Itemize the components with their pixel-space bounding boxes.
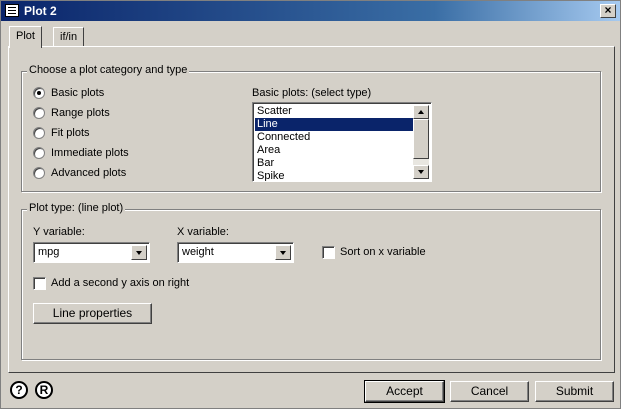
chevron-down-icon[interactable] (275, 245, 291, 260)
radio-fit-plots-label[interactable]: Fit plots (51, 127, 90, 139)
plot-category-legend: Choose a plot category and type (27, 64, 190, 76)
second-y-axis-checkbox[interactable] (33, 277, 46, 290)
list-item-area[interactable]: Area (255, 144, 413, 157)
plot-type-scrollbar[interactable] (413, 105, 429, 179)
radio-fit-plots-indicator[interactable] (33, 127, 45, 139)
x-variable-value: weight (182, 246, 214, 258)
radio-immediate-plots-indicator[interactable] (33, 147, 45, 159)
sort-x-checkbox[interactable] (322, 246, 335, 259)
plot-type-list: Scatter Line Connected Area Bar Spike (255, 105, 413, 181)
cancel-button[interactable]: Cancel (450, 381, 529, 402)
dialog-window: Plot 2 × Plot if/in Choose a plot catego… (0, 0, 621, 409)
window-title: Plot 2 (24, 4, 57, 18)
plot-type-listbox[interactable]: Scatter Line Connected Area Bar Spike (252, 102, 432, 182)
title-bar[interactable]: Plot 2 × (1, 1, 620, 21)
tab-if-in[interactable]: if/in (53, 27, 85, 47)
plot-category-group: Choose a plot category and type Basic pl… (21, 64, 601, 192)
radio-advanced-plots-label[interactable]: Advanced plots (51, 167, 126, 179)
radio-basic-plots-indicator[interactable] (33, 87, 45, 99)
plot-tab-pane: Choose a plot category and type Basic pl… (8, 46, 615, 373)
plot-type-group: Plot type: (line plot) Y variable: mpg X… (21, 202, 601, 360)
radio-immediate-plots-label[interactable]: Immediate plots (51, 147, 129, 159)
list-item-connected[interactable]: Connected (255, 131, 413, 144)
list-item-scatter[interactable]: Scatter (255, 105, 413, 118)
y-variable-combo[interactable]: mpg (33, 242, 150, 263)
tab-plot-label: Plot (16, 30, 35, 42)
x-variable-label: X variable: (177, 226, 229, 238)
tab-plot[interactable]: Plot (9, 26, 42, 48)
plot-type-legend: Plot type: (line plot) (27, 202, 126, 214)
y-variable-label: Y variable: (33, 226, 85, 238)
list-item-bar[interactable]: Bar (255, 157, 413, 170)
list-item-line[interactable]: Line (255, 118, 413, 131)
y-variable-value: mpg (38, 246, 60, 258)
basic-plots-list-label: Basic plots: (select type) (252, 87, 372, 99)
radio-range-plots-label[interactable]: Range plots (51, 107, 110, 119)
accept-button[interactable]: Accept (364, 380, 445, 403)
radio-range-plots-indicator[interactable] (33, 107, 45, 119)
submit-button[interactable]: Submit (535, 381, 614, 402)
radio-advanced-plots-indicator[interactable] (33, 167, 45, 179)
second-y-axis-label[interactable]: Add a second y axis on right (51, 277, 189, 289)
scroll-thumb[interactable] (413, 119, 429, 159)
radio-basic-plots-label[interactable]: Basic plots (51, 87, 104, 99)
scroll-down-arrow-icon[interactable] (413, 165, 429, 179)
scroll-up-arrow-icon[interactable] (413, 105, 429, 119)
close-button[interactable]: × (600, 4, 616, 18)
sort-x-label[interactable]: Sort on x variable (340, 246, 426, 258)
line-properties-button[interactable]: Line properties (33, 303, 152, 324)
reset-r-icon[interactable]: R (35, 381, 53, 399)
help-icon[interactable]: ? (10, 381, 28, 399)
chevron-down-icon[interactable] (131, 245, 147, 260)
app-icon (5, 4, 19, 17)
list-item-spike[interactable]: Spike (255, 170, 413, 181)
x-variable-combo[interactable]: weight (177, 242, 294, 263)
tab-if-in-label: if/in (60, 31, 78, 43)
